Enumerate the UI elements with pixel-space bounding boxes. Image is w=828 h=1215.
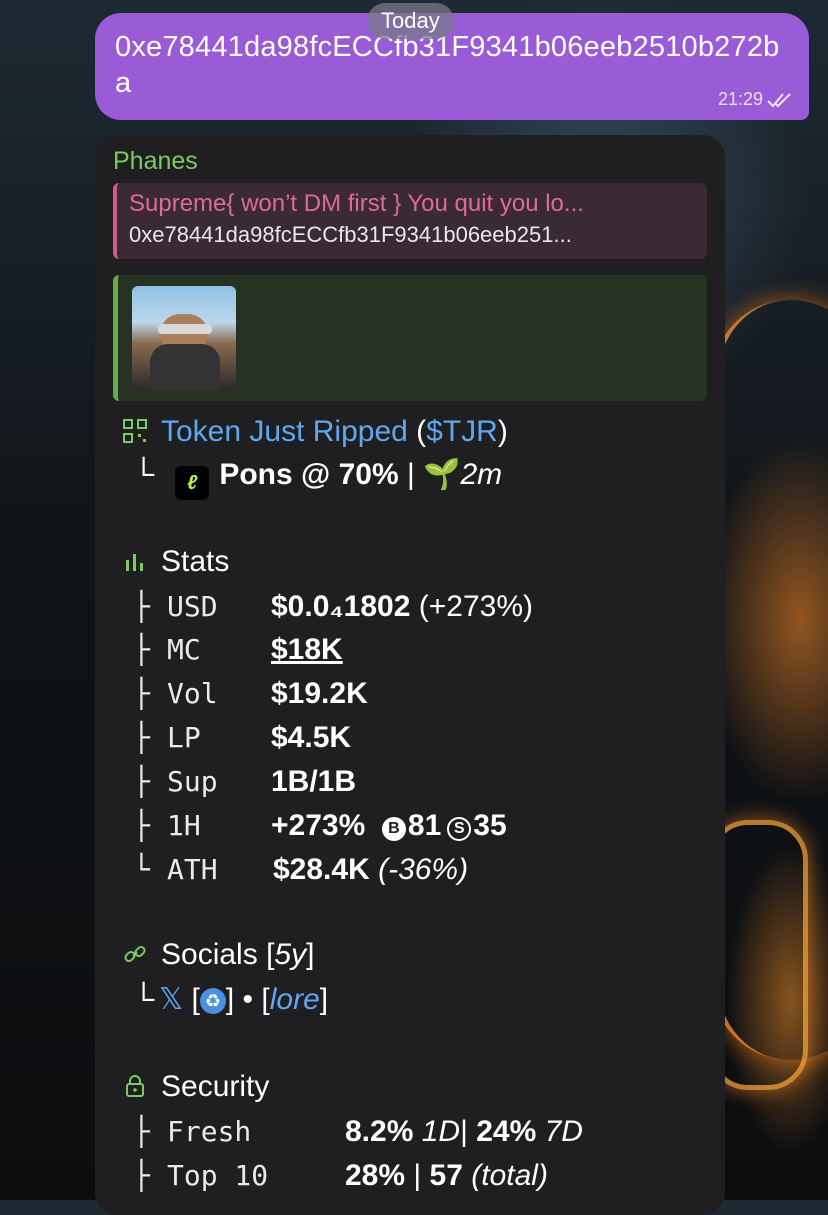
sells-count: 35 — [473, 809, 507, 842]
stat-value[interactable]: $18K — [271, 633, 343, 666]
security-unit-2: 7D — [544, 1115, 583, 1148]
reply-title: Supreme{ won’t DM first } You quit you l… — [129, 190, 584, 217]
link-preview[interactable] — [113, 275, 707, 401]
stat-key: Sup — [167, 765, 218, 798]
stat-row-usd: ├ USD $0.0₄1802 (+273%) — [133, 590, 533, 624]
security-unit-2: (total) — [471, 1159, 548, 1192]
stat-extra: (+273%) — [410, 590, 534, 623]
token-ticker-link[interactable]: $TJR — [426, 415, 498, 448]
socials-age: 5y — [274, 938, 307, 971]
qr-icon — [123, 419, 147, 443]
token-platform-line: └ ℓ Pons @ 70% | 🌱2m — [133, 457, 502, 500]
tree-glyph: ├ — [133, 633, 150, 666]
bar-chart-icon — [126, 554, 143, 571]
security-sep: | — [413, 1159, 422, 1192]
stat-key: ATH — [167, 853, 218, 886]
stat-key: USD — [167, 590, 218, 623]
security-header: Security — [123, 1070, 269, 1104]
security-unit-1: 1D — [421, 1115, 461, 1148]
stat-key: MC — [167, 633, 201, 666]
security-key: Top 10 — [167, 1159, 269, 1192]
date-pill: Today — [367, 3, 454, 39]
token-name-link[interactable]: Token Just Ripped — [161, 415, 408, 448]
stat-value: $0.0₄1802 — [271, 590, 411, 623]
stat-row-mc: ├ MC $18K — [133, 633, 343, 667]
tree-glyph: ├ — [133, 677, 150, 710]
stat-value: 1B/1B — [271, 765, 357, 798]
tree-glyph: ├ — [133, 721, 150, 754]
buys-count: 81 — [407, 809, 442, 842]
security-row: ├ Top 10 28% | 57 (total) — [133, 1159, 548, 1193]
platform-text: Pons @ 70% — [219, 458, 399, 491]
stat-key: 1H — [167, 809, 201, 842]
outgoing-message-text: 0xe78441da98fcECCfb31F9341b06eeb2510b272… — [115, 31, 780, 99]
socials-age-close: ] — [306, 938, 315, 971]
socials-links: └ 𝕏 [♻] • [lore] — [133, 982, 328, 1017]
double-check-icon — [767, 92, 791, 107]
x-logo-icon[interactable]: 𝕏 — [159, 983, 183, 1016]
token-line: Token Just Ripped ($TJR) — [123, 415, 508, 449]
badge-close: ] — [225, 983, 235, 1016]
security-title: Security — [161, 1070, 270, 1103]
stat-row-ath: └ ATH $28.4K (-36%) — [133, 853, 468, 887]
message-meta: 21:29 — [718, 89, 793, 110]
badge-open: [ — [191, 983, 200, 1016]
socials-dot: • — [242, 983, 254, 1016]
token-age: 2m — [460, 458, 503, 491]
recycle-badge-icon[interactable]: ♻ — [199, 988, 226, 1014]
stat-value: $19.2K — [271, 677, 368, 710]
stat-key: Vol — [167, 677, 218, 710]
security-sep: | — [460, 1115, 468, 1148]
tree-glyph: ├ — [133, 765, 150, 798]
platform-sep: | — [407, 458, 415, 491]
security-row: ├ Fresh 8.2% 1D| 24% 7D — [133, 1115, 583, 1149]
ticker-open: ( — [416, 415, 427, 448]
message-time: 21:29 — [717, 89, 763, 109]
security-key: Fresh — [167, 1115, 252, 1148]
stat-value: $4.5K — [271, 721, 352, 754]
buys-icon: B — [381, 817, 406, 841]
stat-extra: (-36%) — [369, 853, 469, 886]
lore-close: ] — [319, 983, 329, 1016]
security-value-2: 24% — [476, 1115, 537, 1148]
socials-header: Socials [5y] — [123, 938, 314, 972]
sells-icon: S — [447, 817, 472, 841]
stat-row-1h: ├ 1H +273% B 81 S 35 — [133, 809, 507, 843]
link-icon — [124, 945, 146, 963]
lock-icon — [126, 1075, 144, 1097]
socials-title: Socials — [161, 938, 258, 971]
tree-glyph: ├ — [133, 1159, 150, 1192]
tree-glyph: └ — [133, 853, 150, 886]
token-avatar[interactable] — [132, 286, 236, 390]
stat-value: $28.4K — [273, 853, 370, 886]
stats-title: Stats — [161, 545, 230, 578]
tree-glyph: └ — [133, 458, 155, 491]
reply-text: 0xe78441da98fcECCfb31F9341b06eeb251... — [129, 222, 572, 247]
lore-open: [ — [261, 983, 270, 1016]
incoming-message[interactable]: Phanes Supreme{ won’t DM first } You qui… — [95, 135, 725, 1215]
sender-name[interactable]: Phanes — [113, 147, 198, 176]
reply-quote[interactable]: Supreme{ won’t DM first } You quit you l… — [113, 183, 707, 259]
stats-header: Stats — [123, 545, 229, 579]
stat-row-lp: ├ LP $4.5K — [133, 721, 351, 755]
security-value-2: 57 — [429, 1159, 463, 1192]
tree-glyph: ├ — [133, 809, 150, 842]
seedling-icon: 🌱 — [423, 458, 461, 491]
pons-app-icon: ℓ — [175, 466, 210, 500]
stat-row-sup: ├ Sup 1B/1B — [133, 765, 356, 799]
tree-glyph: ├ — [133, 1115, 150, 1148]
tree-glyph: └ — [133, 983, 155, 1016]
stat-value: +273% — [271, 809, 366, 842]
security-value-1: 8.2% — [345, 1115, 414, 1148]
tree-glyph: ├ — [133, 590, 150, 623]
ticker-close: ) — [497, 415, 508, 448]
security-value-1: 28% — [345, 1159, 406, 1192]
stat-key: LP — [167, 721, 201, 754]
lore-link[interactable]: lore — [270, 983, 320, 1016]
stat-row-vol: ├ Vol $19.2K — [133, 677, 368, 711]
